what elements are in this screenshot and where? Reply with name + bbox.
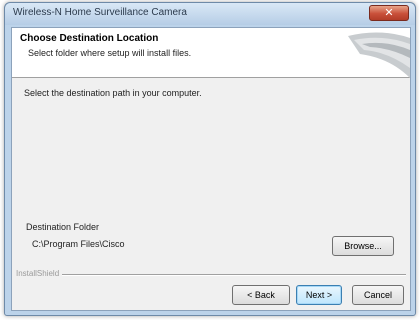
installshield-label: InstallShield bbox=[16, 269, 63, 278]
close-icon: ✕ bbox=[384, 7, 394, 19]
page-subtitle: Select folder where setup will install f… bbox=[28, 48, 192, 58]
cancel-button[interactable]: Cancel bbox=[352, 285, 404, 305]
setup-dialog: Wireless-N Home Surveillance Camera ✕ Ch… bbox=[4, 2, 416, 316]
next-button[interactable]: Next > bbox=[296, 285, 342, 305]
page-title: Choose Destination Location bbox=[20, 33, 159, 44]
title-bar[interactable]: Wireless-N Home Surveillance Camera ✕ bbox=[5, 3, 415, 25]
dialog-client-area: Choose Destination Location Select folde… bbox=[11, 27, 411, 311]
footer-separator bbox=[16, 274, 406, 276]
wizard-header: Choose Destination Location Select folde… bbox=[12, 28, 410, 78]
wizard-banner-graphic bbox=[348, 32, 410, 78]
destination-prompt: Select the destination path in your comp… bbox=[24, 88, 202, 98]
back-button[interactable]: < Back bbox=[232, 285, 290, 305]
window-title: Wireless-N Home Surveillance Camera bbox=[13, 7, 187, 18]
destination-path: C:\Program Files\Cisco bbox=[32, 239, 125, 249]
close-button[interactable]: ✕ bbox=[369, 5, 409, 21]
destination-folder-label: Destination Folder bbox=[26, 222, 100, 232]
browse-button[interactable]: Browse... bbox=[332, 236, 394, 256]
